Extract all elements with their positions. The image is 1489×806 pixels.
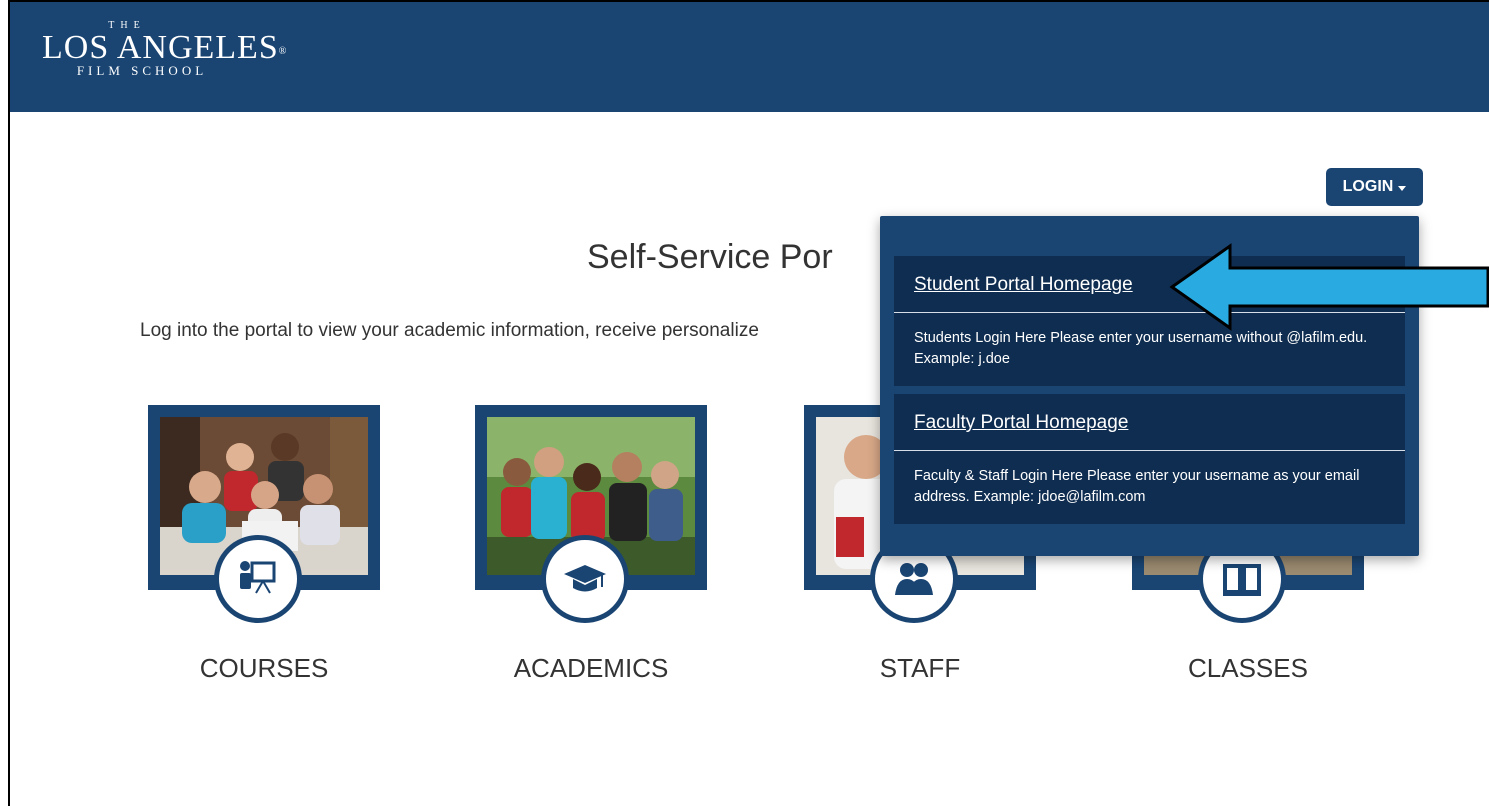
card-academics[interactable]: ACADEMICS (475, 405, 707, 683)
student-portal-link[interactable]: Student Portal Homepage (914, 274, 1133, 296)
page-title: Self-Service Por (587, 238, 833, 276)
card-courses[interactable]: COURSES (148, 405, 380, 683)
divider (894, 450, 1405, 451)
student-portal-description: Students Login Here Please enter your us… (914, 330, 1368, 367)
card-label: CLASSES (1188, 653, 1308, 683)
login-label: LOGIN (1342, 178, 1394, 195)
school-logo[interactable]: THE LOS ANGELES® FILM SCHOOL (42, 20, 342, 79)
dropdown-item-faculty[interactable]: Faculty Portal Homepage Faculty & Staff … (894, 394, 1405, 524)
graduation-cap-icon (541, 535, 629, 623)
faculty-portal-description: Faculty & Staff Login Here Please enter … (914, 468, 1360, 505)
site-header: THE LOS ANGELES® FILM SCHOOL (10, 2, 1489, 112)
browser-frame: THE LOS ANGELES® FILM SCHOOL LOGIN Self-… (8, 0, 1489, 806)
pointer-arrow-icon (1169, 243, 1489, 331)
intro-text: Log into the portal to view your academi… (140, 320, 759, 341)
card-label: STAFF (879, 653, 961, 683)
faculty-portal-link[interactable]: Faculty Portal Homepage (914, 412, 1128, 434)
card-label: ACADEMICS (513, 653, 669, 683)
presentation-icon (214, 535, 302, 623)
login-button[interactable]: LOGIN (1326, 168, 1423, 206)
caret-down-icon (1398, 185, 1407, 191)
card-label: COURSES (199, 653, 329, 683)
logo-main: LOS ANGELES® (42, 29, 288, 66)
